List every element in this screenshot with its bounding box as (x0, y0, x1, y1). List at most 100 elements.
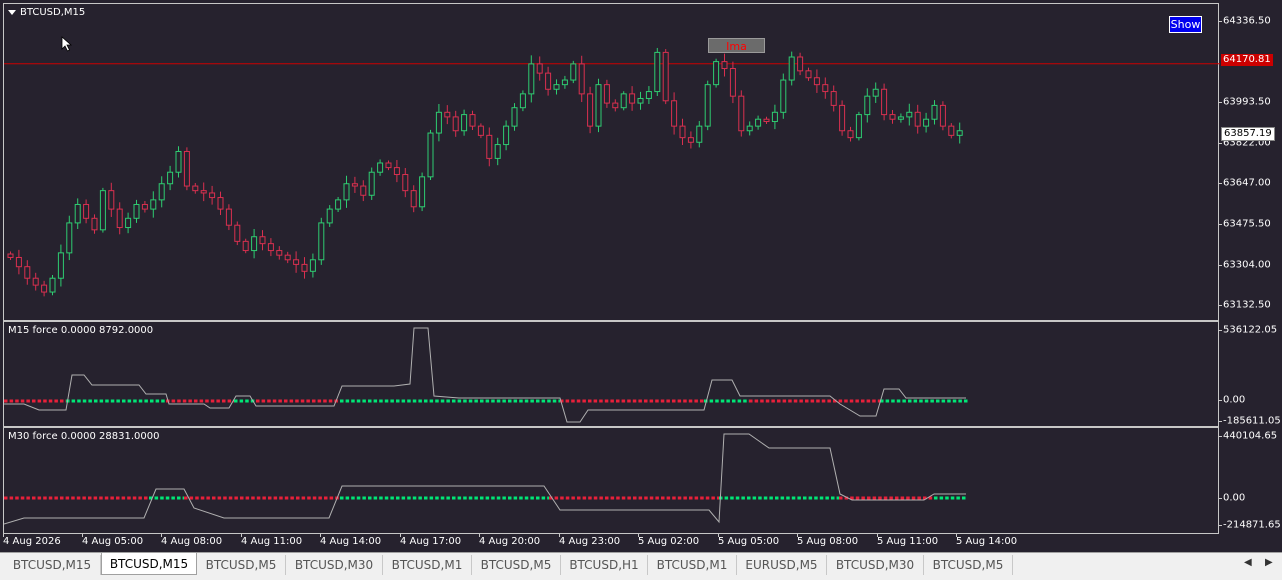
time-axis-label: 5 Aug 14:00 (956, 536, 1018, 547)
m15-force-pane[interactable]: M15 force 0.0000 8792.0000 (3, 321, 1219, 427)
force-positive-dot (452, 496, 456, 500)
bull-candle (49, 277, 56, 293)
bull-candle (175, 150, 182, 173)
force-negative-dot (312, 399, 316, 403)
bear-candle (545, 72, 552, 90)
force-negative-dot (638, 496, 643, 500)
force-positive-dot (958, 399, 962, 403)
force-positive-dot (524, 399, 529, 403)
force-negative-dot (278, 399, 282, 403)
force-positive-dot (390, 399, 394, 403)
bear-candle (847, 130, 854, 139)
force-positive-dot (463, 399, 467, 403)
bull-candle (57, 252, 64, 279)
m15-force-line (4, 327, 966, 423)
force-positive-dot (956, 496, 960, 500)
force-negative-dot (256, 496, 261, 500)
chart-tab[interactable]: BTCUSD,H1 (561, 555, 648, 575)
force-negative-dot (15, 399, 19, 403)
force-negative-dot (268, 496, 272, 500)
bull-candle (746, 125, 753, 132)
force-negative-dot (317, 399, 322, 403)
price-axis[interactable]: 64336.50 63993.50 63822.00 63647.00 6347… (1219, 0, 1282, 552)
force-negative-dot (312, 496, 317, 500)
force-positive-dot (177, 496, 181, 500)
force-negative-dot (328, 399, 333, 403)
triangle-left-icon[interactable]: ◀ (1244, 557, 1252, 568)
time-axis-label: 5 Aug 08:00 (797, 536, 859, 547)
force-negative-dot (621, 496, 626, 500)
bull-candle (528, 63, 535, 95)
force-positive-dot (491, 399, 495, 403)
force-positive-dot (825, 496, 829, 500)
force-negative-dot (256, 399, 260, 403)
m30-force-chart (4, 433, 966, 525)
force-positive-dot (165, 496, 170, 500)
force-negative-dot (223, 496, 227, 500)
force-negative-dot (144, 496, 148, 500)
chart-tab-active[interactable]: BTCUSD,M15 (101, 553, 197, 575)
force-negative-dot (689, 496, 693, 500)
force-positive-dot (945, 496, 949, 500)
chart-tab[interactable]: BTCUSD,M1 (383, 555, 472, 575)
force-positive-dot (463, 496, 467, 500)
m30-force-pane[interactable]: M30 force 0.0000 28831.0000 (3, 427, 1219, 534)
time-axis-label: 4 Aug 11:00 (241, 536, 303, 547)
force-negative-dot (627, 399, 631, 403)
bear-candle (763, 118, 770, 123)
bull-candle (326, 208, 333, 224)
chart-tab[interactable]: BTCUSD,M30 (286, 555, 383, 575)
m15-force-title: M15 force 0.0000 8792.0000 (8, 325, 154, 336)
chart-tab[interactable]: BTCUSD,M1 (648, 555, 737, 575)
bear-candle (889, 114, 896, 120)
force-positive-dot (373, 399, 378, 403)
force-positive-dot (160, 496, 164, 500)
bull-candle (864, 95, 871, 116)
chart-tab[interactable]: BTCUSD,M30 (827, 555, 924, 575)
price-pane[interactable]: BTCUSD,M15 (3, 3, 1220, 321)
force-positive-dot (412, 496, 417, 500)
force-negative-dot (844, 399, 848, 403)
force-positive-dot (435, 496, 439, 500)
bear-candle (402, 174, 409, 192)
force-negative-dot (9, 496, 14, 500)
time-axis[interactable]: 4 Aug 2026 4 Aug 05:00 4 Aug 08:00 4 Aug… (3, 534, 1219, 552)
bull-candle (435, 111, 442, 134)
force-negative-dot (666, 496, 671, 500)
force-negative-dot (838, 399, 843, 403)
force-negative-dot (895, 496, 899, 500)
triangle-right-icon[interactable]: ▶ (1265, 557, 1273, 568)
force-positive-dot (508, 399, 512, 403)
m30-axis-label: -214871.65 (1223, 519, 1281, 531)
time-axis-label: 4 Aug 2026 (3, 536, 61, 547)
m15-force-chart (4, 327, 968, 423)
bull-candle (788, 56, 795, 81)
show-button[interactable]: Show (1169, 16, 1202, 33)
force-positive-dot (384, 399, 389, 403)
bull-candle (158, 183, 165, 201)
force-positive-dot (720, 399, 725, 403)
chart-title[interactable]: BTCUSD,M15 (8, 7, 85, 18)
chart-tab[interactable]: BTCUSD,M5 (924, 555, 1013, 575)
chart-tab[interactable]: BTCUSD,M15 (4, 555, 101, 575)
mouse-pointer-icon (61, 36, 73, 52)
price-axis-label: 63475.50 (1223, 218, 1271, 230)
bear-candle (410, 190, 417, 208)
triangle-down-icon[interactable] (8, 9, 16, 15)
force-positive-dot (939, 496, 944, 500)
chart-tab[interactable]: BTCUSD,M5 (197, 555, 286, 575)
bull-candle (906, 111, 913, 118)
chart-tab[interactable]: BTCUSD,M5 (472, 555, 561, 575)
force-positive-dot (150, 399, 154, 403)
force-negative-dot (127, 496, 131, 500)
ima-label[interactable]: Ima (708, 38, 765, 53)
bear-candle (687, 137, 694, 143)
force-positive-dot (340, 496, 344, 500)
bull-candle (704, 84, 711, 127)
force-negative-dot (672, 399, 676, 403)
price-axis-label: 63993.50 (1223, 96, 1271, 108)
force-negative-dot (32, 399, 36, 403)
chart-window[interactable]: BTCUSD,M15 Ima Show M15 force 0.0000 879… (0, 0, 1282, 552)
chart-tab[interactable]: EURUSD,M5 (737, 555, 827, 575)
force-positive-dot (786, 496, 790, 500)
